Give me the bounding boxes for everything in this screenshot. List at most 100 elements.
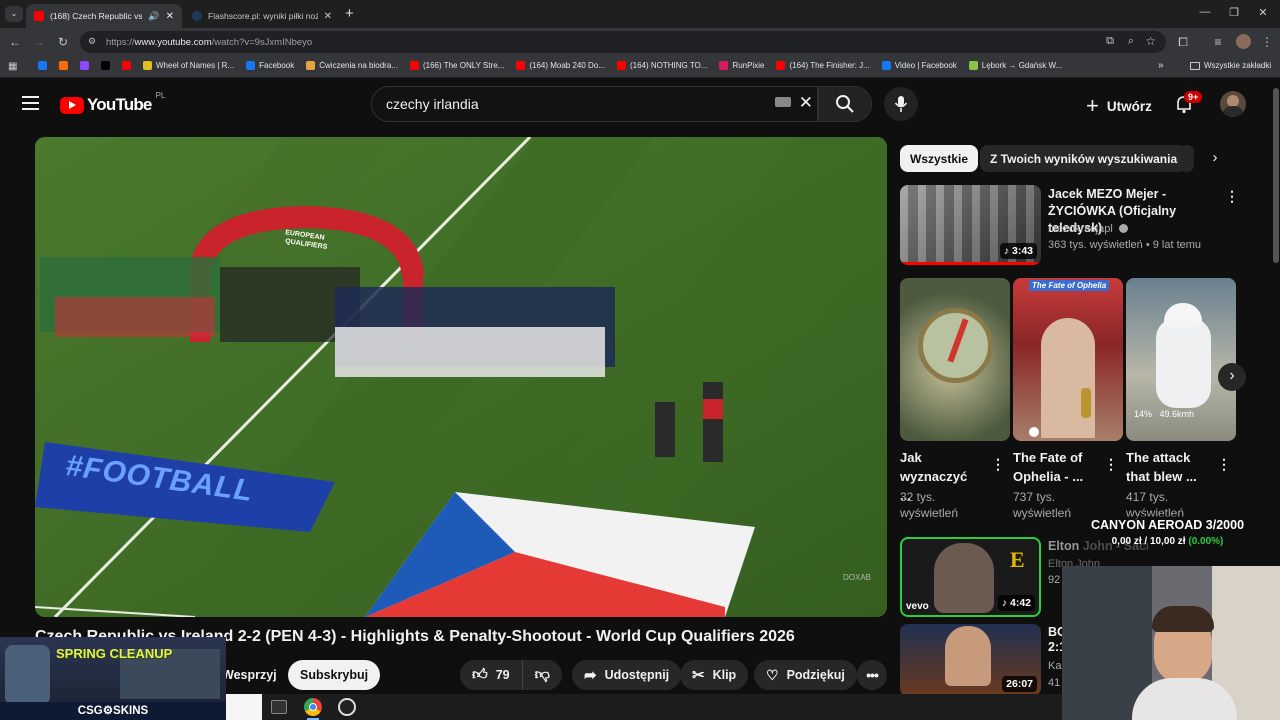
profile-avatar[interactable]: [1236, 34, 1251, 49]
bookmark-item[interactable]: (164) Moab 240 Do...: [516, 61, 605, 70]
close-icon[interactable]: ✕: [166, 11, 174, 22]
bookmark-item[interactable]: [38, 61, 47, 70]
thanks-button[interactable]: ♡ Podziękuj: [754, 660, 857, 690]
chip-your-results[interactable]: Z Twoich wyników wyszukiwania: [980, 145, 1188, 172]
tab-flashscore[interactable]: Flashscore.pl: wyniki piłki nożne ✕: [184, 4, 340, 28]
chips-next-arrow-icon[interactable]: ›: [1202, 147, 1228, 171]
address-bar[interactable]: ⚙ https:// www.youtube.com /watch?v=9sJx…: [80, 31, 1166, 53]
scrollbar-thumb[interactable]: [1273, 88, 1279, 263]
youtube-logo[interactable]: YouTube PL: [60, 91, 165, 115]
short-menu-icon-1[interactable]: ⋮: [991, 456, 1005, 473]
helmet-image: [1164, 303, 1202, 327]
short-views-3: 417 tys.: [1126, 490, 1169, 504]
bookmark-item[interactable]: [101, 61, 110, 70]
star-icon[interactable]: ☆: [1145, 34, 1156, 48]
url-host: www.youtube.com: [134, 36, 212, 48]
account-avatar[interactable]: [1220, 91, 1246, 117]
hamburger-menu-icon[interactable]: [22, 96, 39, 110]
bookmark-item[interactable]: Wheel of Names | R...: [143, 61, 234, 70]
tab-youtube[interactable]: (168) Czech Republic vs Irela 🔊 ✕: [26, 4, 182, 28]
obs-icon[interactable]: [338, 698, 356, 716]
search-button[interactable]: [818, 86, 872, 122]
duration-badge: 26:07: [1002, 676, 1037, 692]
short-title-3[interactable]: The attack that blew ...: [1126, 448, 1206, 486]
bookmark-item[interactable]: [122, 61, 131, 70]
close-window-icon[interactable]: ✕: [1253, 6, 1273, 19]
chip-next-partial[interactable]: [1180, 145, 1194, 172]
bookmark-item[interactable]: Ćwiczenia na biodra...: [306, 61, 398, 70]
like-button[interactable]: 👍︎ 79: [460, 660, 523, 690]
short-thumbnail-1[interactable]: [900, 278, 1010, 441]
search-input[interactable]: czechy irlandia ✕: [371, 86, 818, 122]
all-bookmarks-folder[interactable]: Wszystkie zakładki: [1190, 61, 1271, 70]
notifications-button[interactable]: 9+: [1174, 91, 1203, 119]
chip-all[interactable]: Wszystkie: [900, 145, 979, 172]
rec-thumbnail-elton[interactable]: E vevo ♪ 4:42: [900, 537, 1041, 617]
bookmark-label: (166) The ONLY Stre...: [422, 61, 505, 70]
scissors-icon: ✂: [692, 667, 705, 684]
site-info-icon[interactable]: ⚙: [88, 36, 96, 47]
subscribe-button[interactable]: Subskrybuj: [288, 660, 381, 690]
more-bookmarks-icon[interactable]: »: [1158, 60, 1164, 71]
restore-icon[interactable]: ❐: [1224, 6, 1244, 19]
chrome-icon[interactable]: [304, 698, 322, 716]
reload-icon[interactable]: ↻: [55, 34, 71, 50]
forward-icon[interactable]: →: [31, 34, 47, 50]
short-menu-icon-2[interactable]: ⋮: [1104, 456, 1118, 473]
bookmark-item[interactable]: RunPixie: [719, 61, 764, 70]
browser-toolbar: ← → ↻ ⚙ https:// www.youtube.com /watch?…: [0, 28, 1280, 56]
progress-bar: [900, 262, 1041, 265]
dislike-button[interactable]: 👎︎: [523, 660, 562, 690]
new-tab-button[interactable]: +: [345, 5, 354, 22]
duration-text: 3:43: [1011, 245, 1033, 257]
short-title-2[interactable]: The Fate of Ophelia - ...: [1013, 448, 1098, 486]
reading-list-icon[interactable]: ≡: [1210, 34, 1226, 50]
taskbar-blank-app[interactable]: [226, 694, 262, 720]
extensions-icon[interactable]: ⧠: [1175, 34, 1191, 50]
bookmark-item[interactable]: (164) NOTHING TO...: [616, 61, 707, 70]
csg-text: CSG: [77, 705, 103, 717]
bookmark-item[interactable]: (166) The ONLY Stre...: [409, 61, 505, 70]
voice-search-button[interactable]: [884, 87, 918, 121]
apps-grid-icon[interactable]: ▦: [8, 61, 17, 72]
bookmark-item[interactable]: [59, 61, 68, 70]
bookmark-item[interactable]: (164) The Finisher: J...: [776, 61, 870, 70]
video-player[interactable]: EUROPEAN QUALIFIERS #FOOTBALL DOXAB: [35, 137, 887, 617]
tab-search-button[interactable]: ⌄: [5, 6, 23, 22]
bookmark-item[interactable]: Video | Facebook: [881, 61, 957, 70]
menu-kebab-icon[interactable]: ⋮: [1259, 34, 1275, 50]
terminal-icon[interactable]: [271, 700, 287, 714]
folder-icon: [1190, 61, 1200, 70]
rec-channel[interactable]: mezokracjapl: [1048, 221, 1128, 237]
streamer-hair: [1152, 606, 1214, 632]
rec-thumbnail-last[interactable]: 26:07: [900, 624, 1041, 696]
short-menu-icon-3[interactable]: ⋮: [1217, 456, 1231, 473]
share-button[interactable]: ➦ Udostępnij: [572, 660, 682, 690]
bookmark-item[interactable]: Facebook: [246, 61, 294, 70]
plus-icon: +: [1086, 93, 1099, 118]
sponsor-overlay: SPRING CLEANUP CSG⚙SKINS: [0, 637, 226, 720]
duration-text: 4:42: [1009, 597, 1031, 609]
more-actions-button[interactable]: •••: [857, 660, 887, 690]
cyclist-image: [1156, 318, 1211, 408]
clear-search-icon[interactable]: ✕: [799, 93, 813, 113]
zoom-icon[interactable]: ⌕: [1128, 35, 1134, 48]
close-icon[interactable]: ✕: [324, 11, 332, 22]
create-button[interactable]: + Utwórz: [1086, 93, 1152, 119]
minimize-icon[interactable]: —: [1195, 6, 1215, 18]
rec-thumbnail[interactable]: ♪ 3:43: [900, 185, 1041, 265]
keyboard-icon[interactable]: [775, 97, 791, 107]
bookmark-item[interactable]: [80, 61, 89, 70]
short-thumbnail-3[interactable]: 14% 49.6kmh: [1126, 278, 1236, 441]
rec-menu-icon[interactable]: ⋮: [1225, 188, 1239, 205]
back-icon[interactable]: ←: [7, 34, 23, 50]
region-code: PL: [155, 91, 166, 100]
clip-button[interactable]: ✂ Klip: [680, 660, 749, 690]
speed-overlay: 14% 49.6kmh: [1134, 409, 1195, 419]
sponsor-character-image: [5, 645, 50, 705]
cast-icon[interactable]: ⧉: [1106, 35, 1114, 48]
bookmark-item[interactable]: Lębork → Gdańsk W...: [968, 61, 1062, 70]
short-thumbnail-2[interactable]: The Fate of Ophelia: [1013, 278, 1123, 441]
share-icon: ➦: [584, 667, 597, 684]
shorts-next-arrow-icon[interactable]: ›: [1218, 363, 1246, 391]
